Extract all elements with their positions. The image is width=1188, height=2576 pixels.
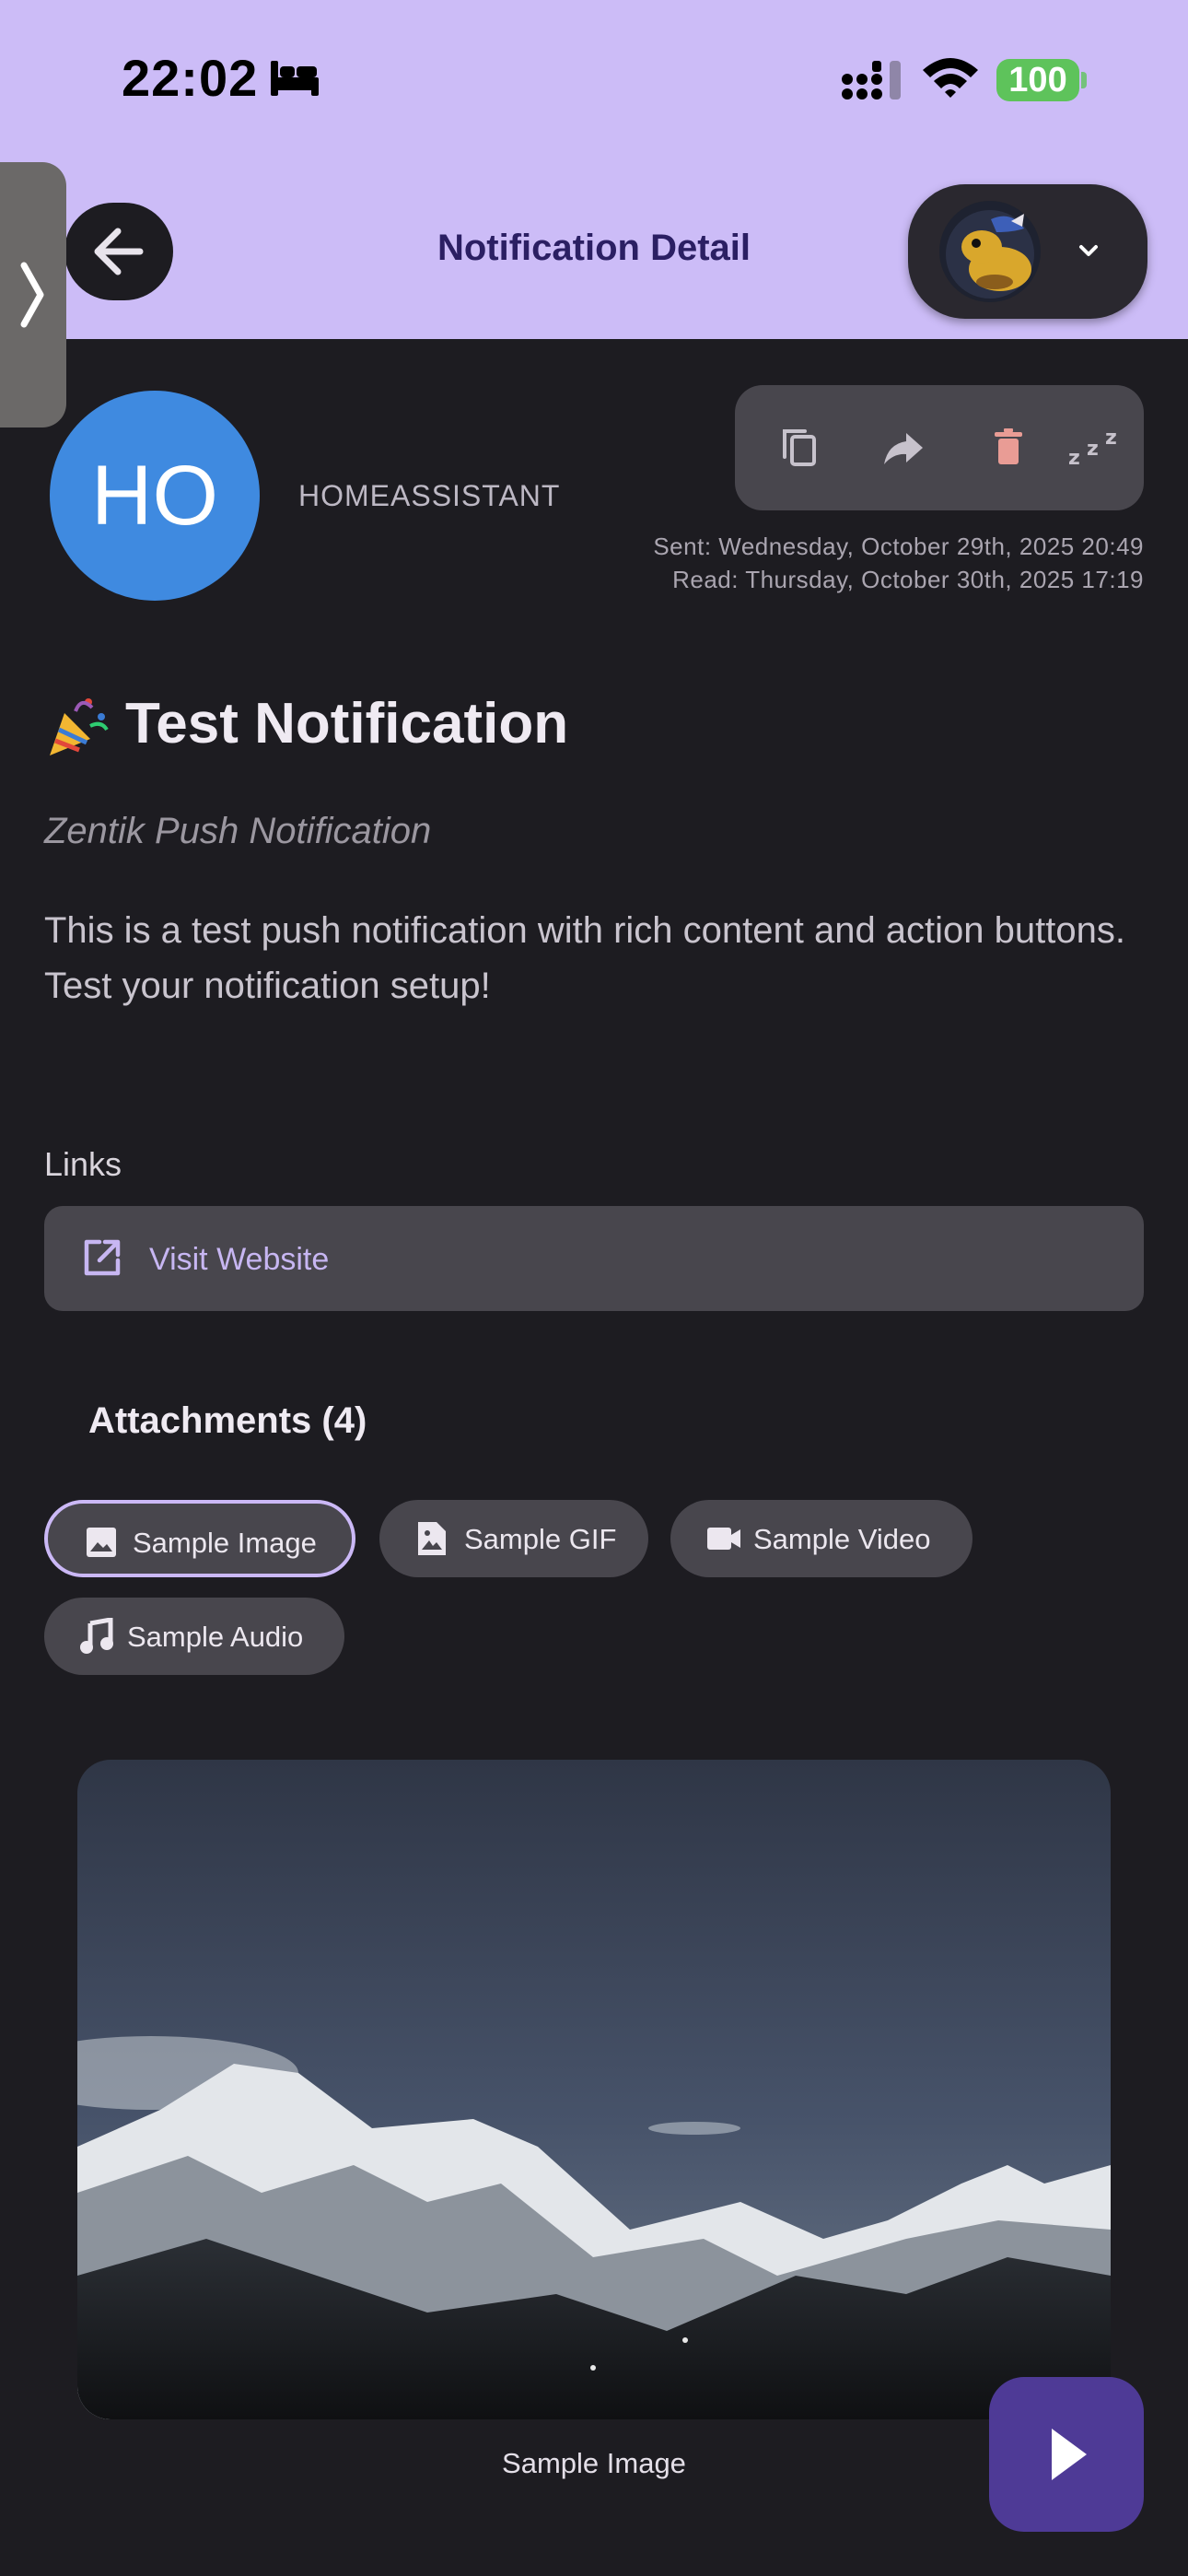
battery-indicator: 100 xyxy=(996,59,1079,101)
attachment-chip-sample-audio[interactable]: Sample Audio xyxy=(44,1598,344,1675)
chip-label: Sample Image xyxy=(133,1527,317,1559)
attachment-chip-sample-image[interactable]: Sample Image xyxy=(44,1500,355,1577)
snooze-icon[interactable]: z z z xyxy=(1065,416,1129,479)
notification-title: Test Notification xyxy=(125,692,569,755)
copy-icon[interactable] xyxy=(766,416,831,479)
open-in-new-icon xyxy=(84,1239,121,1276)
notification-subtitle: Zentik Push Notification xyxy=(44,811,432,851)
status-time: 22:02 xyxy=(122,49,259,107)
battery-cap xyxy=(1081,72,1087,88)
image-icon xyxy=(87,1528,116,1557)
svg-text:z: z xyxy=(1068,447,1080,470)
links-heading: Links xyxy=(44,1145,122,1183)
attachments-heading: Attachments (4) xyxy=(88,1400,367,1441)
chevron-down-icon xyxy=(1079,245,1098,256)
chip-label: Sample Audio xyxy=(127,1621,304,1653)
attachment-image-preview[interactable] xyxy=(77,1760,1111,2419)
attachment-chip-sample-gif[interactable]: Sample GIF xyxy=(379,1500,648,1577)
wifi-icon xyxy=(923,58,978,98)
user-avatar xyxy=(939,201,1041,302)
svg-text:z: z xyxy=(1087,438,1099,461)
attachment-chip-sample-video[interactable]: Sample Video xyxy=(670,1500,973,1577)
play-button[interactable] xyxy=(989,2377,1144,2532)
sender-avatar: HO xyxy=(50,391,260,601)
cartoon-character-image xyxy=(939,201,1041,302)
videocam-icon xyxy=(707,1528,740,1550)
visit-website-label: Visit Website xyxy=(149,1242,330,1277)
chip-label: Sample Video xyxy=(753,1523,931,1555)
read-timestamp: Read: Thursday, October 30th, 2025 17:19 xyxy=(672,566,1144,593)
mountain-landscape-image xyxy=(77,1760,1111,2419)
gif-file-icon xyxy=(418,1522,446,1555)
svg-text:z: z xyxy=(1105,427,1117,450)
play-icon xyxy=(1052,2429,1087,2480)
sender-name: HOMEASSISTANT xyxy=(298,479,561,512)
chevron-right-icon xyxy=(20,262,44,328)
bed-icon xyxy=(271,61,319,96)
sent-timestamp: Sent: Wednesday, October 29th, 2025 20:4… xyxy=(653,533,1144,560)
side-drawer-handle[interactable] xyxy=(0,162,66,427)
music-note-icon xyxy=(80,1618,113,1654)
forward-icon[interactable] xyxy=(871,416,936,479)
notification-body: This is a test push notification with ri… xyxy=(44,910,1125,1006)
party-popper-icon xyxy=(50,698,109,755)
trash-icon[interactable] xyxy=(976,416,1041,479)
chip-label: Sample GIF xyxy=(464,1523,617,1555)
cellular-signal-icon xyxy=(842,61,901,100)
